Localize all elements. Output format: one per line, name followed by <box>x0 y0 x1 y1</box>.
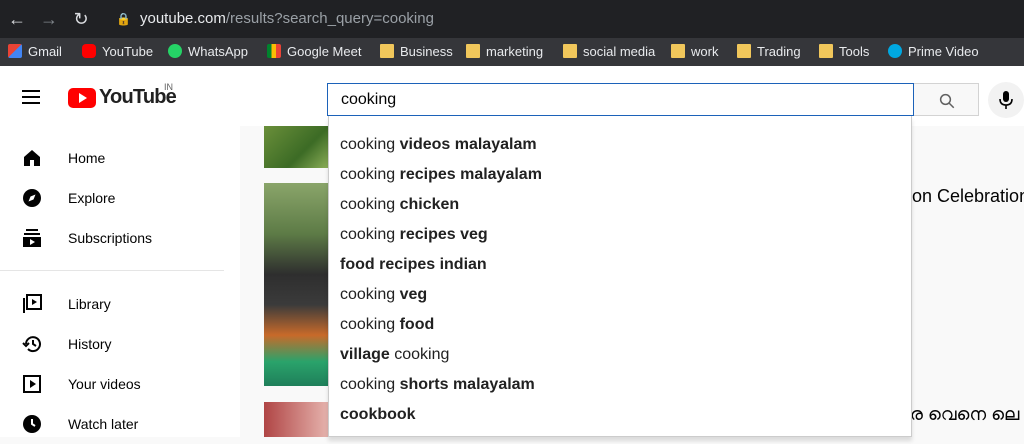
suggestion-item[interactable]: cooking shorts malayalam <box>329 370 911 400</box>
video-title[interactable]: ര വെനെ ലെ <box>910 404 1019 425</box>
sidebar-item-label: Library <box>68 296 111 312</box>
microphone-icon <box>999 91 1013 109</box>
subscriptions-icon <box>23 229 41 247</box>
reload-icon[interactable]: ↻ <box>70 8 92 30</box>
clock-icon <box>23 415 41 433</box>
gmail-icon <box>8 44 22 58</box>
bookmark-tools[interactable]: Tools <box>819 38 869 66</box>
sidebar-divider <box>0 270 224 271</box>
voice-search-button[interactable] <box>988 82 1024 118</box>
browser-toolbar: ← → ↻ 🔒 youtube.com/results?search_query… <box>0 0 1024 38</box>
your-videos-icon <box>23 375 41 393</box>
folder-icon <box>671 44 685 58</box>
address-bar[interactable]: 🔒 youtube.com/results?search_query=cooki… <box>104 4 1024 34</box>
bookmark-work[interactable]: work <box>671 38 718 66</box>
bookmarks-bar: Gmail YouTube WhatsApp Google Meet Busin… <box>0 38 1024 66</box>
suggestion-item[interactable]: cooking chicken <box>329 190 911 220</box>
lock-icon: 🔒 <box>116 12 131 26</box>
google-meet-icon <box>267 44 281 58</box>
video-title[interactable]: on Celebration <box>912 186 1024 207</box>
video-thumbnail[interactable] <box>264 402 330 437</box>
bookmark-prime-video[interactable]: Prime Video <box>888 38 979 66</box>
sidebar: Home Explore Subscriptions Library Histo… <box>0 126 240 437</box>
url-text: youtube.com/results?search_query=cooking <box>140 10 434 27</box>
folder-icon <box>819 44 833 58</box>
bookmark-youtube[interactable]: YouTube <box>82 38 153 66</box>
sidebar-item-label: Subscriptions <box>68 230 153 246</box>
suggestion-item[interactable]: cookbook <box>329 400 911 430</box>
bookmark-trading[interactable]: Trading <box>737 38 801 66</box>
sidebar-item-label: History <box>68 336 112 352</box>
prime-video-icon <box>888 44 902 58</box>
sidebar-item-subscriptions[interactable]: Subscriptions <box>0 218 240 258</box>
suggestion-item[interactable]: cooking veg <box>329 280 911 310</box>
bookmark-business[interactable]: Business <box>380 38 453 66</box>
sidebar-item-explore[interactable]: Explore <box>0 178 240 218</box>
youtube-icon <box>82 44 96 58</box>
compass-icon <box>23 189 41 207</box>
search-input[interactable] <box>328 84 913 115</box>
sidebar-item-label: Home <box>68 150 106 166</box>
sidebar-item-label: Watch later <box>68 416 139 432</box>
folder-icon <box>737 44 751 58</box>
bookmark-marketing[interactable]: marketing <box>466 38 543 66</box>
video-thumbnail[interactable] <box>264 183 330 386</box>
sidebar-item-your-videos[interactable]: Your videos <box>0 364 240 404</box>
suggestion-item[interactable]: cooking recipes malayalam <box>329 160 911 190</box>
folder-icon <box>563 44 577 58</box>
forward-arrow-icon[interactable]: → <box>38 8 60 30</box>
folder-icon <box>466 44 480 58</box>
search-icon <box>939 93 955 109</box>
video-thumbnail[interactable] <box>264 126 330 168</box>
history-icon <box>22 336 41 353</box>
library-icon <box>23 294 42 313</box>
folder-icon <box>380 44 394 58</box>
search-button[interactable] <box>914 83 979 116</box>
search-suggestions-dropdown: cooking videos malayalam cooking recipes… <box>328 116 912 437</box>
youtube-play-icon <box>68 88 96 108</box>
sidebar-item-library[interactable]: Library <box>0 284 240 324</box>
suggestion-item[interactable]: cooking recipes veg <box>329 220 911 250</box>
country-code: IN <box>164 82 173 92</box>
suggestion-item[interactable]: village cooking <box>329 340 911 370</box>
suggestion-item[interactable]: food recipes indian <box>329 250 911 280</box>
bookmark-whatsapp[interactable]: WhatsApp <box>168 38 248 66</box>
bookmark-social-media[interactable]: social media <box>563 38 655 66</box>
bookmark-gmail[interactable]: Gmail <box>8 38 62 66</box>
sidebar-item-home[interactable]: Home <box>0 138 240 178</box>
search-box <box>327 83 914 116</box>
back-arrow-icon[interactable]: ← <box>6 8 28 30</box>
home-icon <box>24 150 40 166</box>
bookmark-google-meet[interactable]: Google Meet <box>267 38 361 66</box>
suggestion-item[interactable]: cooking food <box>329 310 911 340</box>
sidebar-item-history[interactable]: History <box>0 324 240 364</box>
suggestion-item[interactable]: cooking videos malayalam <box>329 130 911 160</box>
whatsapp-icon <box>168 44 182 58</box>
sidebar-item-watch-later[interactable]: Watch later <box>0 404 240 444</box>
menu-icon[interactable] <box>22 90 40 104</box>
sidebar-item-label: Explore <box>68 190 116 206</box>
sidebar-item-label: Your videos <box>68 376 141 392</box>
